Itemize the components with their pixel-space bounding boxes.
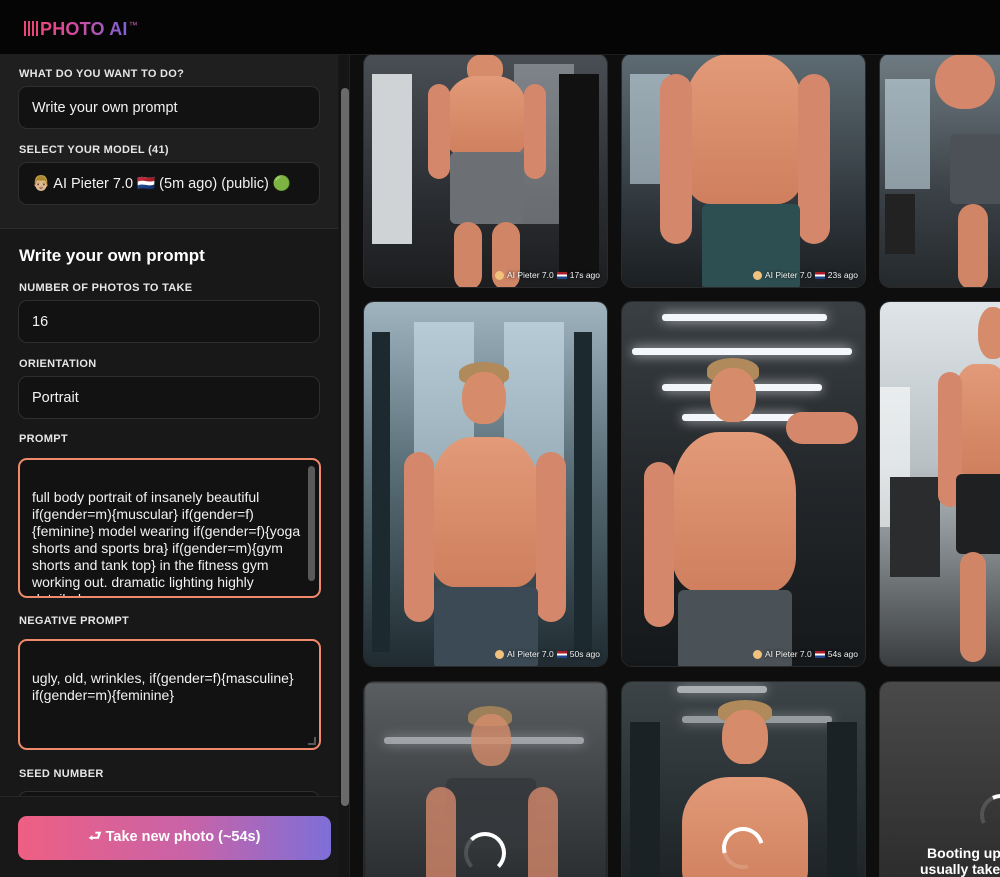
prompt-panel: WHAT DO YOU WANT TO DO? Write your own p… xyxy=(0,55,350,877)
panel-scrollbar-thumb[interactable] xyxy=(341,88,349,806)
negative-prompt-textarea[interactable]: ugly, old, wrinkles, if(gender=f){mascul… xyxy=(18,639,321,750)
photos-count-label: NUMBER OF PHOTOS TO TAKE xyxy=(19,282,193,294)
photo-ai-logo[interactable]: PHOTO AI ™ xyxy=(24,19,138,39)
seed-label: SEED NUMBER xyxy=(19,768,104,780)
booting-status-line: Booting up usually takes xyxy=(920,845,1000,877)
orientation-select[interactable]: Portrait xyxy=(18,376,320,419)
person-arm xyxy=(428,84,450,179)
ceiling-light xyxy=(677,686,767,693)
person-tank xyxy=(950,134,1000,204)
photo-tile[interactable]: AI Pieter 7.0 54s ago xyxy=(621,301,866,667)
take-new-photo-button[interactable]: ⮐ Take new photo (~54s) xyxy=(18,816,331,860)
loading-spinner-icon xyxy=(464,832,506,874)
photo-caption: AI Pieter 7.0 23s ago xyxy=(752,270,858,280)
section-title: Write your own prompt xyxy=(19,246,205,265)
rack-decoration xyxy=(372,332,390,652)
person-head xyxy=(722,710,768,764)
person-leg xyxy=(960,552,986,662)
model-select[interactable]: 👨🏼 AI Pieter 7.0 🇳🇱 (5m ago) (public) 🟢 xyxy=(18,162,320,205)
flag-icon xyxy=(814,650,825,658)
person-shorts xyxy=(956,474,1000,554)
photos-count-input[interactable]: 16 xyxy=(18,300,320,343)
logo-bars-icon xyxy=(24,21,38,36)
action-label: WHAT DO YOU WANT TO DO? xyxy=(19,68,185,80)
logo-trademark: ™ xyxy=(128,20,138,30)
person-torso xyxy=(430,437,540,587)
photo-caption: AI Pieter 7.0 50s ago xyxy=(494,649,600,659)
machine-decoration xyxy=(559,74,599,274)
prompt-label: PROMPT xyxy=(19,433,68,445)
person-torso xyxy=(672,432,796,592)
logo-text: PHOTO AI xyxy=(40,19,128,39)
person-arm-flexed xyxy=(786,412,858,444)
person-leg xyxy=(958,204,988,287)
flag-icon xyxy=(556,650,567,658)
machine-decoration xyxy=(372,74,412,244)
action-bar: ⮐ Take new photo (~54s) xyxy=(0,796,339,877)
person-arm xyxy=(524,84,546,179)
booting-status-text: Booting up usually takes xyxy=(920,845,1000,877)
machine-decoration xyxy=(890,477,940,577)
person-arm xyxy=(660,74,692,244)
avatar-icon xyxy=(752,270,762,280)
top-bar: PHOTO AI ™ xyxy=(0,0,1000,55)
person-arm xyxy=(426,787,456,877)
action-select[interactable]: Write your own prompt xyxy=(18,86,320,129)
person-arm xyxy=(528,787,558,877)
resize-handle-icon[interactable] xyxy=(308,737,316,745)
person-head xyxy=(471,714,511,766)
flag-icon xyxy=(556,271,567,279)
negative-prompt-text: ugly, old, wrinkles, if(gender=f){mascul… xyxy=(32,670,294,703)
avatar-icon xyxy=(494,270,504,280)
model-label: SELECT YOUR MODEL (41) xyxy=(19,144,169,156)
photo-tile[interactable] xyxy=(879,301,1000,667)
photo-tile[interactable]: AI Pieter 7.0 17s ago xyxy=(363,55,608,288)
person-arm xyxy=(536,452,566,622)
rack-decoration xyxy=(827,722,857,877)
ceiling-light xyxy=(662,314,827,321)
ceiling-light xyxy=(632,348,852,355)
photo-tile-loading[interactable] xyxy=(363,681,608,877)
photo-tile[interactable]: AI Pieter 7.0 23s ago xyxy=(621,55,866,288)
take-new-photo-label: ⮐ Take new photo (~54s) xyxy=(88,828,261,845)
prompt-textarea[interactable]: full body portrait of insanely beautiful… xyxy=(18,458,321,598)
person-leg xyxy=(454,222,482,287)
photo-grid: AI Pieter 7.0 17s ago AI Pieter 7.0 23s ag… xyxy=(350,55,1000,877)
person-head xyxy=(462,372,506,424)
person-head xyxy=(710,368,756,422)
photo-caption: AI Pieter 7.0 17s ago xyxy=(494,270,600,280)
avatar-icon xyxy=(494,649,504,659)
orientation-label: ORIENTATION xyxy=(19,358,97,370)
machine-decoration xyxy=(885,194,915,254)
person-arm xyxy=(798,74,830,244)
photo-tile[interactable]: AI Pieter 7.0 50s ago xyxy=(363,301,608,667)
prompt-scrollbar[interactable] xyxy=(308,466,315,581)
rack-decoration xyxy=(574,332,592,652)
photo-caption: AI Pieter 7.0 54s ago xyxy=(752,649,858,659)
photo-tile-booting[interactable]: Booting up usually takes xyxy=(879,681,1000,877)
person-arm xyxy=(404,452,434,622)
person-head xyxy=(978,307,1000,359)
prompt-text: full body portrait of insanely beautiful… xyxy=(32,489,301,596)
person-shorts xyxy=(450,152,524,224)
photo-tile[interactable] xyxy=(879,55,1000,288)
photo-tile-loading[interactable] xyxy=(621,681,866,877)
negative-prompt-label: NEGATIVE PROMPT xyxy=(19,615,130,627)
person-torso xyxy=(684,55,804,204)
flag-icon xyxy=(814,271,825,279)
person-arm xyxy=(644,462,674,627)
avatar-icon xyxy=(752,649,762,659)
person-torso xyxy=(446,76,526,156)
person-arm xyxy=(935,55,995,109)
window-decoration xyxy=(885,79,930,189)
rack-decoration xyxy=(630,722,660,877)
